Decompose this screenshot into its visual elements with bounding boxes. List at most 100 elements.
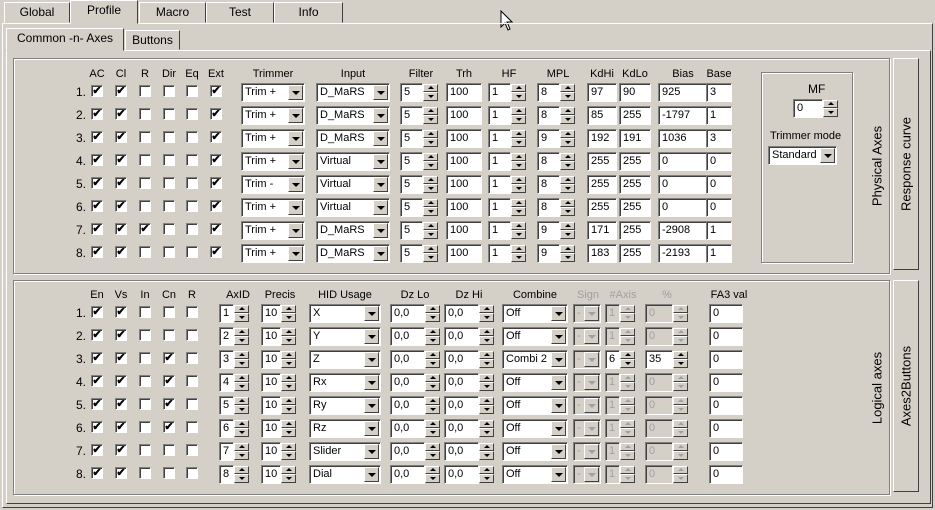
sign-select[interactable]: - xyxy=(573,373,601,392)
chevron-down-icon[interactable] xyxy=(584,306,599,321)
input-select[interactable]: D_MaRS xyxy=(316,106,390,125)
checkbox-cn[interactable] xyxy=(163,467,175,479)
checkbox-en[interactable]: ✔ xyxy=(91,352,103,364)
spin-down-icon[interactable] xyxy=(423,184,438,193)
naxis-spin[interactable] xyxy=(620,351,635,368)
base-field[interactable]: 0 xyxy=(706,198,732,217)
spin-down-icon[interactable] xyxy=(560,115,575,124)
checkbox-ac[interactable]: ✔ xyxy=(91,177,103,189)
dz-hi-field[interactable]: 0,0 xyxy=(444,350,479,369)
trh-field[interactable]: 100 xyxy=(446,244,482,263)
sign-select[interactable]: - xyxy=(573,350,601,369)
mf-field[interactable]: 0 xyxy=(793,99,823,118)
checkbox-vs[interactable]: ✔ xyxy=(115,329,127,341)
hf-field[interactable]: 1 xyxy=(488,83,511,102)
dz-hi-field[interactable]: 0,0 xyxy=(444,465,479,484)
precis-spin[interactable] xyxy=(281,328,296,345)
chevron-down-icon[interactable] xyxy=(364,329,379,344)
checkbox-cn[interactable]: ✔ xyxy=(163,352,175,364)
percent-spin[interactable] xyxy=(673,351,688,368)
trh-field[interactable]: 100 xyxy=(446,106,482,125)
trimmer-select[interactable]: Trim + xyxy=(241,221,305,240)
spin-down-icon[interactable] xyxy=(281,451,296,460)
percent-field[interactable]: 0 xyxy=(645,442,673,461)
combine-select[interactable]: Off xyxy=(502,442,568,461)
checkbox-dir[interactable] xyxy=(163,177,175,189)
spin-up-icon[interactable] xyxy=(673,374,688,382)
checkbox-vs[interactable]: ✔ xyxy=(115,467,127,479)
axid-field[interactable]: 2 xyxy=(219,327,234,346)
spin-up-icon[interactable] xyxy=(560,84,575,92)
mpl-field[interactable]: 9 xyxy=(537,129,560,148)
checkbox-eq[interactable] xyxy=(186,154,198,166)
mpl-field[interactable]: 8 xyxy=(537,175,560,194)
filter-field[interactable]: 5 xyxy=(400,152,423,171)
dz-lo-spin[interactable] xyxy=(425,374,440,391)
spin-down-icon[interactable] xyxy=(560,138,575,147)
dz-hi-field[interactable]: 0,0 xyxy=(444,327,479,346)
hf-spin[interactable] xyxy=(511,176,526,193)
percent-spin[interactable] xyxy=(673,443,688,460)
chevron-down-icon[interactable] xyxy=(551,329,566,344)
mpl-spin[interactable] xyxy=(560,222,575,239)
naxis-field[interactable]: 1 xyxy=(605,396,620,415)
dz-lo-spin[interactable] xyxy=(425,420,440,437)
dz-lo-field[interactable]: 0,0 xyxy=(390,350,425,369)
hf-spin[interactable] xyxy=(511,107,526,124)
mpl-spin[interactable] xyxy=(560,176,575,193)
kdlo-field[interactable]: 255 xyxy=(619,221,651,240)
chevron-down-icon[interactable] xyxy=(364,375,379,390)
mpl-field[interactable]: 8 xyxy=(537,106,560,125)
checkbox-eq[interactable] xyxy=(186,108,198,120)
checkbox-vs[interactable]: ✔ xyxy=(115,375,127,387)
checkbox-ext[interactable]: ✔ xyxy=(210,154,222,166)
checkbox-en[interactable]: ✔ xyxy=(91,375,103,387)
spin-up-icon[interactable] xyxy=(560,245,575,253)
spin-up-icon[interactable] xyxy=(425,466,440,474)
spin-up-icon[interactable] xyxy=(423,199,438,207)
checkbox-ext[interactable]: ✔ xyxy=(210,246,222,258)
sign-select[interactable]: - xyxy=(573,442,601,461)
naxis-field[interactable]: 1 xyxy=(605,465,620,484)
spin-down-icon[interactable] xyxy=(425,405,440,414)
spin-up-icon[interactable] xyxy=(234,443,249,451)
chevron-down-icon[interactable] xyxy=(584,444,599,459)
kdlo-field[interactable]: 255 xyxy=(619,152,651,171)
checkbox-dir[interactable] xyxy=(163,200,175,212)
spin-up-icon[interactable] xyxy=(479,328,494,336)
checkbox-cl[interactable]: ✔ xyxy=(115,246,127,258)
axid-field[interactable]: 1 xyxy=(219,304,234,323)
dz-hi-field[interactable]: 0,0 xyxy=(444,373,479,392)
filter-field[interactable]: 5 xyxy=(400,106,423,125)
chevron-down-icon[interactable] xyxy=(288,200,303,215)
chevron-down-icon[interactable] xyxy=(288,223,303,238)
trimmer-select[interactable]: Trim + xyxy=(241,106,305,125)
checkbox-cn[interactable] xyxy=(163,329,175,341)
checkbox-vs[interactable]: ✔ xyxy=(115,398,127,410)
spin-up-icon[interactable] xyxy=(425,328,440,336)
input-select[interactable]: Virtual xyxy=(316,198,390,217)
naxis-spin[interactable] xyxy=(620,374,635,391)
dz-lo-field[interactable]: 0,0 xyxy=(390,396,425,415)
spin-down-icon[interactable] xyxy=(234,382,249,391)
spin-down-icon[interactable] xyxy=(423,92,438,101)
axid-field[interactable]: 6 xyxy=(219,419,234,438)
axid-spin[interactable] xyxy=(234,305,249,322)
spin-up-icon[interactable] xyxy=(620,351,635,359)
spin-down-icon[interactable] xyxy=(425,428,440,437)
spin-down-icon[interactable] xyxy=(281,474,296,483)
input-select[interactable]: D_MaRS xyxy=(316,83,390,102)
spin-down-icon[interactable] xyxy=(425,359,440,368)
input-select[interactable]: D_MaRS xyxy=(316,244,390,263)
spin-down-icon[interactable] xyxy=(560,230,575,239)
tab-info[interactable]: Info xyxy=(274,2,343,23)
dz-lo-spin[interactable] xyxy=(425,351,440,368)
spin-down-icon[interactable] xyxy=(673,405,688,414)
checkbox-vs[interactable]: ✔ xyxy=(115,352,127,364)
checkbox-r[interactable] xyxy=(139,246,151,258)
base-field[interactable]: 0 xyxy=(706,175,732,194)
chevron-down-icon[interactable] xyxy=(551,467,566,482)
fa3-val-field[interactable]: 0 xyxy=(709,396,743,415)
mpl-field[interactable]: 8 xyxy=(537,198,560,217)
spin-down-icon[interactable] xyxy=(511,207,526,216)
